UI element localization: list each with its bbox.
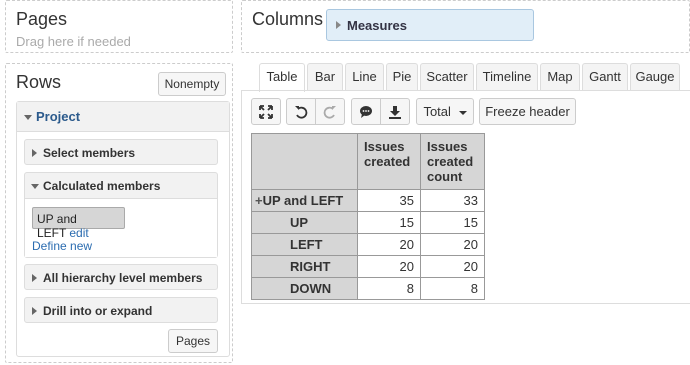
column-header-issues-created-count[interactable]: Issues created count — [420, 133, 485, 190]
project-dimension-label: Project — [36, 109, 81, 124]
table-cell: 20 — [420, 233, 485, 256]
pages-button[interactable]: Pages — [168, 329, 218, 353]
tab-table[interactable]: Table — [259, 63, 305, 92]
drill-into-label: Drill into or expand — [43, 304, 153, 318]
row-header-cell[interactable]: UP — [251, 211, 358, 234]
select-members-label: Select members — [43, 146, 136, 160]
table-header-row: Issues created Issues created count — [251, 133, 485, 190]
table-row: DOWN 8 8 — [251, 277, 485, 300]
undo-icon — [295, 106, 308, 119]
expand-button[interactable] — [251, 98, 281, 125]
redo-icon — [323, 106, 336, 119]
tab-line[interactable]: Line — [345, 63, 384, 91]
download-button[interactable] — [380, 98, 410, 125]
comment-button[interactable] — [351, 98, 381, 125]
download-icon — [389, 106, 401, 119]
caret-right-icon — [32, 307, 37, 315]
redo-button[interactable] — [315, 98, 345, 125]
row-label: UP and LEFT — [262, 193, 344, 208]
all-hierarchy-members-section[interactable]: All hierarchy level members — [24, 264, 218, 290]
nonempty-button[interactable]: Nonempty — [158, 72, 226, 96]
column-header-issues-created[interactable]: Issues created — [357, 133, 421, 190]
expand-plus-icon[interactable]: + — [255, 193, 263, 208]
caret-right-icon — [336, 21, 341, 29]
table-cell: 20 — [357, 255, 421, 278]
table-row: RIGHT 20 20 — [251, 255, 485, 278]
measures-label: Measures — [347, 18, 407, 33]
tab-timeline[interactable]: Timeline — [476, 63, 538, 91]
drill-into-section[interactable]: Drill into or expand — [24, 297, 218, 323]
caret-down-icon[interactable] — [31, 184, 39, 189]
table-cell: 15 — [420, 211, 485, 234]
calculated-members-label[interactable]: Calculated members — [43, 179, 160, 193]
calculated-members-section: Calculated members UP and LEFT edit Defin… — [24, 172, 218, 258]
calculated-member-chip[interactable]: UP and LEFT edit — [32, 207, 125, 240]
results-table: Issues created Issues created count +UP … — [251, 133, 485, 300]
all-hierarchy-members-label: All hierarchy level members — [43, 271, 203, 285]
caret-right-icon — [32, 274, 37, 282]
tab-gauge[interactable]: Gauge — [630, 63, 680, 91]
table-row: LEFT 20 20 — [251, 233, 485, 256]
table-cell: 33 — [420, 189, 485, 212]
select-members-section[interactable]: Select members — [24, 139, 218, 165]
define-new-link[interactable]: Define new — [32, 239, 92, 253]
caret-down-icon — [24, 115, 32, 120]
table-corner-cell — [251, 133, 358, 190]
row-header-cell[interactable]: DOWN — [251, 277, 358, 300]
rows-title: Rows — [16, 72, 62, 92]
table-cell: 8 — [420, 277, 485, 300]
comment-icon — [360, 106, 372, 118]
table-cell: 15 — [357, 211, 421, 234]
measures-dimension-chip[interactable]: Measures — [326, 9, 534, 41]
calculated-members-body: UP and LEFT edit Define new — [25, 198, 217, 257]
edit-calculated-member-link[interactable]: edit — [69, 226, 88, 240]
freeze-header-button[interactable]: Freeze header — [479, 98, 576, 125]
tab-scatter[interactable]: Scatter — [420, 63, 474, 91]
row-header-cell[interactable]: LEFT — [251, 233, 358, 256]
tab-pie[interactable]: Pie — [386, 63, 418, 91]
total-dropdown[interactable]: Total — [416, 98, 474, 125]
project-dimension-panel: Project Select members Calculated member… — [16, 101, 230, 357]
columns-drop-zone[interactable]: Columns Measures — [241, 0, 690, 53]
table-row: UP 15 15 — [251, 211, 485, 234]
caret-right-icon — [32, 149, 37, 157]
tab-bar[interactable]: Bar — [307, 63, 343, 91]
columns-title: Columns — [252, 9, 324, 29]
undo-button[interactable] — [286, 98, 316, 125]
table-cell: 8 — [357, 277, 421, 300]
project-dimension-header[interactable]: Project — [17, 102, 229, 132]
table-cell: 20 — [357, 233, 421, 256]
tab-map[interactable]: Map — [540, 63, 580, 91]
tab-gantt[interactable]: Gantt — [582, 63, 628, 91]
pages-title: Pages — [16, 9, 68, 29]
caret-down-icon — [458, 110, 467, 115]
pages-drop-zone[interactable]: Pages Drag here if needed — [5, 0, 233, 53]
pages-hint: Drag here if needed — [16, 34, 131, 49]
table-cell: 35 — [357, 189, 421, 212]
row-header-cell[interactable]: RIGHT — [251, 255, 358, 278]
expand-icon — [259, 105, 273, 119]
table-cell: 20 — [420, 255, 485, 278]
rows-drop-zone[interactable]: Rows Nonempty Project Select members Cal… — [5, 63, 233, 363]
total-label: Total — [423, 104, 451, 119]
table-row: +UP and LEFT 35 33 — [251, 189, 485, 212]
row-header-cell[interactable]: +UP and LEFT — [251, 189, 358, 212]
